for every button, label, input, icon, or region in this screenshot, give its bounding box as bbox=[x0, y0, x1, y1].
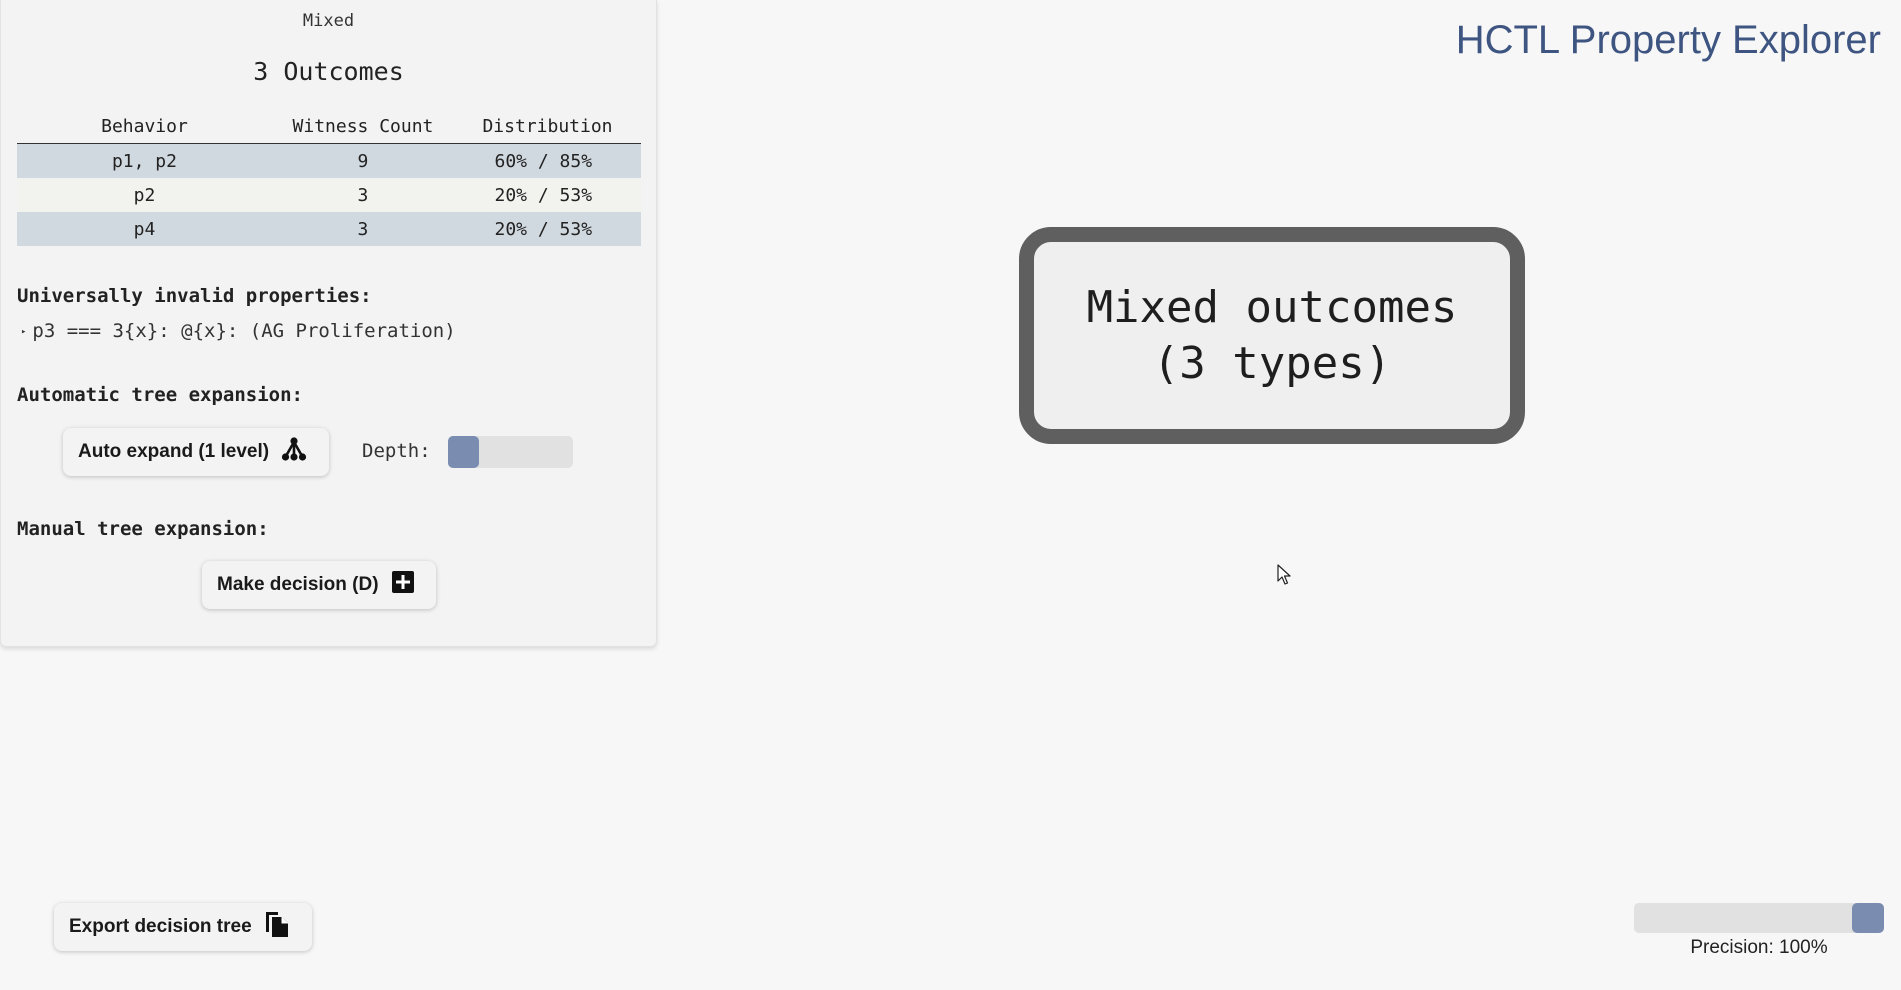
outcomes-table: Behavior Witness Count Distribution p1, … bbox=[17, 110, 641, 246]
depth-label: Depth: bbox=[362, 440, 431, 462]
table-row: p1, p2 9 60% / 85% bbox=[17, 143, 641, 178]
distribution-value: 60% / 85% bbox=[494, 150, 593, 172]
depth-slider-handle[interactable] bbox=[448, 436, 479, 468]
distribution-cell: 20% / 53% bbox=[454, 212, 641, 246]
auto-expand-button[interactable]: Auto expand (1 level) bbox=[63, 428, 329, 476]
node-type-label: Mixed bbox=[302, 11, 355, 31]
distribution-cell: 60% / 85% bbox=[454, 143, 641, 178]
mouse-cursor-icon bbox=[1277, 564, 1293, 590]
header-witness-count: Witness Count bbox=[271, 110, 454, 144]
header-distribution: Distribution bbox=[454, 110, 641, 144]
distribution-cell: 20% / 53% bbox=[454, 178, 641, 212]
precision-slider-track bbox=[1634, 903, 1884, 933]
table-row: p2 3 20% / 53% bbox=[17, 178, 641, 212]
make-decision-label: Make decision (D) bbox=[217, 574, 379, 595]
precision-slider-handle[interactable] bbox=[1852, 903, 1884, 933]
distribution-value: 20% / 53% bbox=[494, 218, 593, 240]
tree-structure-icon bbox=[281, 436, 307, 468]
behavior-cell: p1, p2 bbox=[17, 143, 272, 178]
depth-slider[interactable] bbox=[448, 436, 573, 468]
table-header-row: Behavior Witness Count Distribution bbox=[17, 110, 641, 144]
invalid-property-item[interactable]: ▸ p3 === 3{x}: @{x}: (AG Proliferation) bbox=[21, 320, 456, 342]
auto-expand-label: Auto expand (1 level) bbox=[78, 441, 270, 462]
node-detail-panel: Mixed 3 Outcomes Behavior Witness Count … bbox=[0, 0, 657, 647]
behavior-cell: p4 bbox=[17, 212, 272, 246]
precision-slider[interactable] bbox=[1634, 903, 1884, 933]
node-label-line2: (3 types) bbox=[1152, 337, 1392, 389]
plus-box-icon bbox=[391, 570, 415, 600]
witness-count-cell: 9 bbox=[271, 143, 454, 178]
distribution-value: 20% / 53% bbox=[494, 184, 593, 206]
panel-title: 3 Outcomes bbox=[253, 57, 404, 86]
witness-count-cell: 3 bbox=[271, 212, 454, 246]
witness-count-cell: 3 bbox=[271, 178, 454, 212]
invalid-properties-label: Universally invalid properties: bbox=[17, 285, 372, 307]
copy-document-icon bbox=[264, 910, 290, 944]
bullet-icon: ▸ bbox=[21, 326, 27, 337]
behavior-cell: p2 bbox=[17, 178, 272, 212]
make-decision-button[interactable]: Make decision (D) bbox=[202, 561, 436, 609]
manual-expansion-label: Manual tree expansion: bbox=[17, 518, 269, 540]
precision-label: Precision: 100% bbox=[1690, 937, 1828, 958]
export-tree-label: Export decision tree bbox=[69, 916, 252, 937]
app-title: HCTL Property Explorer bbox=[1455, 18, 1881, 62]
header-behavior: Behavior bbox=[17, 110, 272, 144]
decision-tree-node[interactable]: Mixed outcomes (3 types) bbox=[1019, 227, 1525, 444]
invalid-property-text: p3 === 3{x}: @{x}: (AG Proliferation) bbox=[32, 320, 456, 342]
auto-expansion-label: Automatic tree expansion: bbox=[17, 384, 303, 406]
export-tree-button[interactable]: Export decision tree bbox=[54, 903, 312, 951]
table-row: p4 3 20% / 53% bbox=[17, 212, 641, 246]
node-label-line1: Mixed outcomes bbox=[1086, 281, 1458, 333]
